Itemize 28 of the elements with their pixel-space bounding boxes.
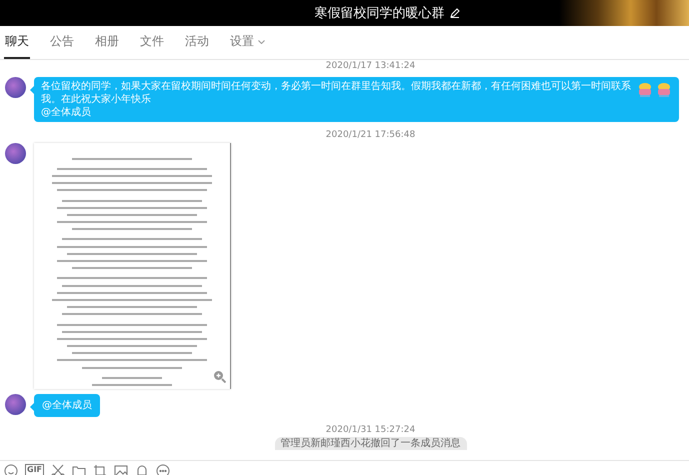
zoom-icon[interactable]: [213, 370, 226, 383]
cake-emoji-icon: [656, 82, 672, 98]
tab[interactable]: 聊天: [4, 26, 30, 59]
document-image[interactable]: [34, 143, 231, 389]
timestamp: 2020/1/31 15:27:24: [326, 425, 416, 436]
timestamp: 2020/1/17 13:41:24: [326, 61, 416, 72]
smiley-icon[interactable]: [4, 464, 18, 475]
avatar[interactable]: [5, 77, 26, 98]
tab[interactable]: 活动: [184, 26, 210, 59]
cake-emoji-icon: [637, 82, 653, 98]
mention-link[interactable]: @全体成员: [41, 106, 672, 119]
gif-button[interactable]: GIF: [25, 464, 44, 475]
scissors-icon[interactable]: [51, 464, 66, 475]
tab[interactable]: 设置: [229, 26, 266, 59]
folder-icon[interactable]: [72, 464, 86, 475]
image-icon[interactable]: [114, 464, 128, 475]
tab[interactable]: 文件: [139, 26, 165, 59]
message-text: 各位留校的同学，如果大家在留校期间时间任何变动，务必第一时间在群里告知我。假期我都在新都，有任何困难也可以第一时间联系我。在此祝大家小年快乐: [41, 80, 632, 106]
mention-link[interactable]: @全体成员: [42, 399, 92, 412]
system-notice: 管理员新邮瑾西小花撤回了一条成员消息: [274, 437, 466, 450]
tab[interactable]: 相册: [94, 26, 120, 59]
tab[interactable]: 公告: [49, 26, 75, 59]
more-icon[interactable]: [156, 464, 170, 475]
timestamp: 2020/1/21 17:56:48: [326, 130, 416, 141]
edit-icon[interactable]: [450, 8, 460, 18]
window-title: 寒假留校同学的暖心群: [314, 5, 444, 22]
avatar[interactable]: [5, 143, 26, 164]
avatar[interactable]: [5, 394, 26, 415]
